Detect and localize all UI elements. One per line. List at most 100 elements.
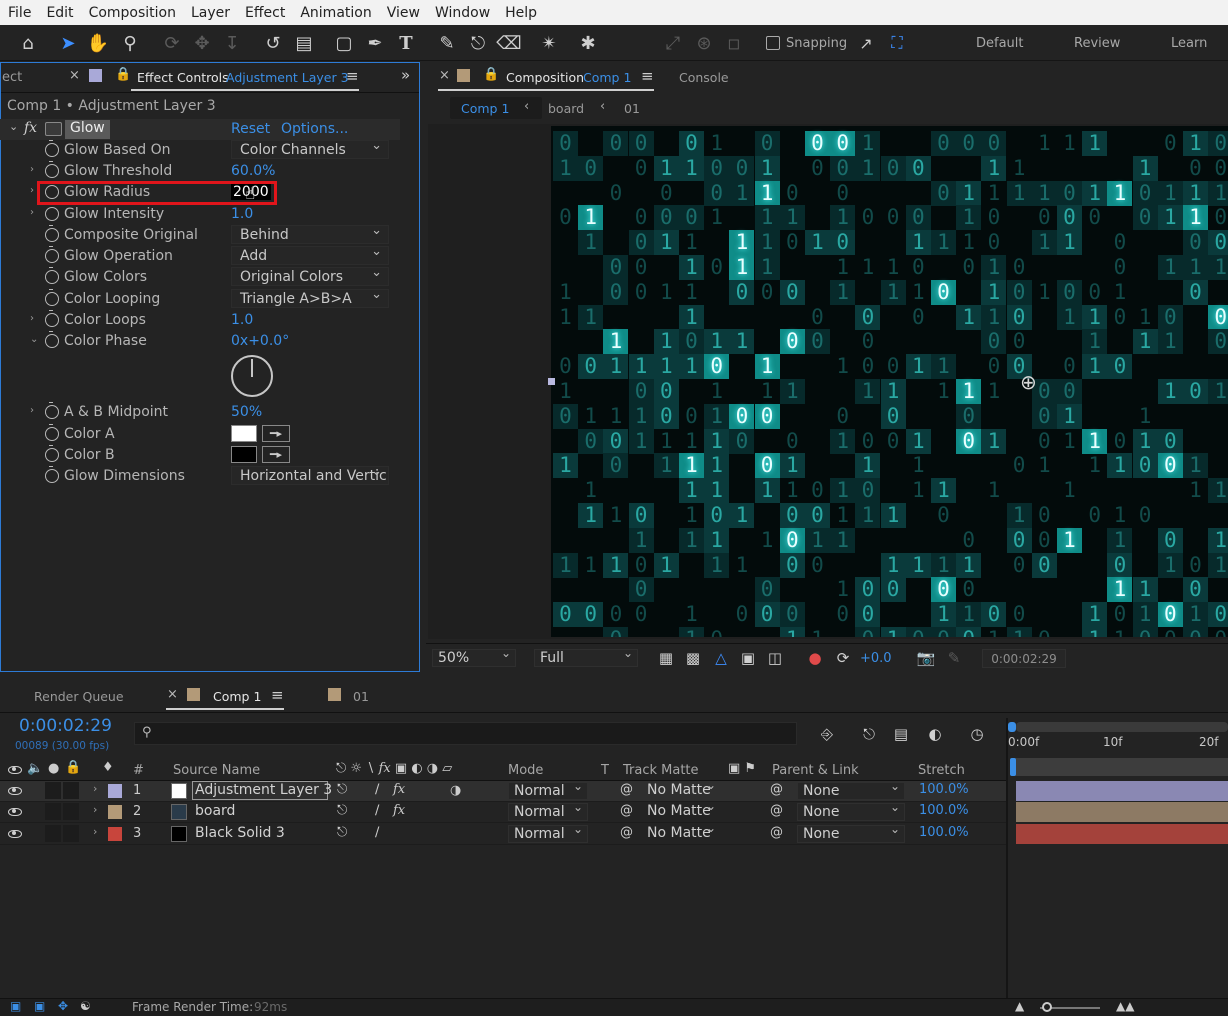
layer-row[interactable]: ›1Adjustment Layer 3⎋∕fx◑Normal@No Matte… (0, 777, 1008, 802)
zoom-out-icon[interactable]: ▲ (1015, 999, 1024, 1013)
panel-menu-icon[interactable]: ≡ (346, 67, 359, 85)
menu-view[interactable]: View (379, 5, 427, 21)
quality-switch-icon[interactable]: ∕ (375, 803, 379, 818)
pickwhip-icon[interactable]: @ (620, 782, 633, 797)
mask-visibility-icon[interactable]: △ (709, 646, 733, 670)
axis-view-icon[interactable]: ◽ (722, 31, 746, 55)
twirl-icon[interactable]: › (30, 405, 34, 416)
render-time-icon[interactable]: ☯ (80, 999, 91, 1013)
options-link[interactable]: Options... (281, 121, 348, 137)
layer-handle[interactable] (548, 378, 555, 385)
expand-icon[interactable]: ⛶ (885, 31, 909, 55)
menu-file[interactable]: File (0, 5, 38, 21)
01-timeline-tab[interactable]: 01 (353, 689, 369, 704)
reset-link[interactable]: Reset (231, 121, 270, 137)
overflow-chevron-icon[interactable]: » (401, 66, 410, 84)
roto-brush-icon[interactable]: ✴ (537, 31, 561, 55)
fx-toggle-icon[interactable]: fx (24, 120, 37, 136)
zoom-slider-knob[interactable] (1042, 1002, 1052, 1012)
property-dropdown[interactable]: Add (231, 246, 389, 265)
stretch-value[interactable]: 100.0% (919, 803, 969, 818)
transparency-grid-icon[interactable]: ▩ (681, 646, 705, 670)
layer-name[interactable]: Black Solid 3 (195, 825, 285, 841)
shy-switch-icon[interactable]: ⎋ (337, 782, 347, 797)
playhead[interactable] (1010, 758, 1016, 776)
pickwhip-icon[interactable]: @ (620, 803, 633, 818)
parent-pickwhip-icon[interactable]: @ (770, 803, 783, 818)
stopwatch-icon[interactable] (45, 225, 59, 242)
time-ruler[interactable]: 0:00f 10f 20f (1008, 718, 1228, 778)
axis-world-icon[interactable]: ⊛ (692, 31, 716, 55)
graph-editor-icon[interactable]: ◷ (965, 722, 989, 746)
orbit-camera-icon[interactable]: ⟳ (160, 31, 184, 55)
solo-box[interactable] (45, 782, 61, 799)
lock-icon[interactable]: 🔒 (483, 67, 499, 82)
shy-switch-icon[interactable]: ⎋ (337, 803, 347, 818)
twirl-icon[interactable]: › (30, 207, 34, 218)
label-color-swatch[interactable] (108, 784, 122, 798)
rectangle-tool-icon[interactable]: ▢ (332, 31, 356, 55)
property-dropdown[interactable]: Original Colors (231, 267, 389, 286)
stretch-value[interactable]: 100.0% (919, 825, 969, 840)
pen-tool-icon[interactable]: ✒ (363, 31, 387, 55)
stopwatch-icon[interactable] (45, 424, 59, 441)
dolly-camera-icon[interactable]: ↧ (220, 31, 244, 55)
mode-dropdown[interactable]: Normal (508, 778, 588, 800)
close-icon[interactable]: × (439, 68, 450, 83)
quality-switch-icon[interactable]: ∕ (375, 825, 379, 840)
label-color-swatch[interactable] (108, 805, 122, 819)
menu-help[interactable]: Help (497, 5, 544, 21)
stretch-value[interactable]: 100.0% (919, 782, 969, 797)
crumb-01[interactable]: 01 (624, 101, 640, 116)
menu-window[interactable]: Window (427, 5, 497, 21)
stopwatch-icon[interactable] (45, 161, 59, 178)
col-mode[interactable]: Mode (508, 763, 543, 778)
layer-duration-bar[interactable] (1016, 781, 1228, 801)
twirl-icon[interactable]: › (30, 164, 34, 175)
parent-dropdown[interactable]: None (797, 778, 905, 800)
menu-composition[interactable]: Composition (81, 5, 183, 21)
stopwatch-icon[interactable] (45, 204, 59, 221)
exposure-value[interactable]: +0.0 (860, 651, 892, 666)
camera-snapshot-icon[interactable]: 📷 (914, 646, 938, 670)
col-source-name[interactable]: Source Name (173, 763, 260, 778)
project-tab-fragment[interactable]: ect (2, 70, 22, 85)
composition-tab[interactable]: Composition (506, 70, 584, 85)
zoom-dropdown[interactable]: 50% (432, 645, 516, 667)
parent-pickwhip-icon[interactable]: @ (770, 825, 783, 840)
selection-tool-icon[interactable]: ➤ (56, 31, 80, 55)
parent-dropdown[interactable]: None (797, 821, 905, 843)
eyedropper-icon[interactable]: ━▸ (262, 446, 290, 463)
pickwhip-icon[interactable]: @ (620, 825, 633, 840)
track-matte-dropdown[interactable]: No Matte (642, 798, 720, 821)
eye-icon[interactable] (8, 787, 22, 795)
eye-icon[interactable] (8, 830, 22, 838)
grid-guides-icon[interactable]: ▣ (736, 646, 760, 670)
effect-header-row[interactable]: ⌄ fx Glow Reset Options... (0, 119, 400, 140)
parent-pickwhip-icon[interactable]: @ (770, 782, 783, 797)
solo-box[interactable] (45, 803, 61, 820)
draft-3d-icon[interactable]: ⎋ (857, 722, 881, 746)
snapshot-region-icon[interactable]: ▦ (654, 646, 678, 670)
twirl-icon[interactable]: › (93, 825, 97, 838)
mode-dropdown[interactable]: Normal (508, 821, 588, 843)
property-value[interactable]: 1.0 (231, 206, 253, 222)
layer-duration-bar[interactable] (1016, 802, 1228, 822)
stopwatch-icon[interactable] (45, 402, 59, 419)
work-area-bar[interactable] (1016, 722, 1228, 732)
channels-icon[interactable]: ● (803, 646, 827, 670)
zoom-in-icon[interactable]: ▲▲ (1116, 999, 1134, 1013)
resolution-dropdown[interactable]: Full (534, 645, 638, 667)
in-out-toggle-icon[interactable]: ✥ (58, 999, 68, 1013)
composition-name-link[interactable]: Comp 1 (583, 70, 631, 85)
layer-duration-bar[interactable] (1016, 824, 1228, 844)
stopwatch-icon[interactable] (45, 331, 59, 348)
axis-local-icon[interactable]: ⤢ (661, 31, 685, 55)
clone-stamp-icon[interactable]: ⎋ (466, 31, 490, 55)
hand-tool-icon[interactable]: ✋ (86, 31, 110, 55)
crumb-board[interactable]: board (548, 101, 584, 116)
layer-switches-toggle-icon[interactable]: ▣ (10, 999, 21, 1013)
stopwatch-icon[interactable] (45, 445, 59, 462)
effect-name[interactable]: Glow (65, 120, 110, 139)
layer-name[interactable]: board (195, 803, 235, 819)
